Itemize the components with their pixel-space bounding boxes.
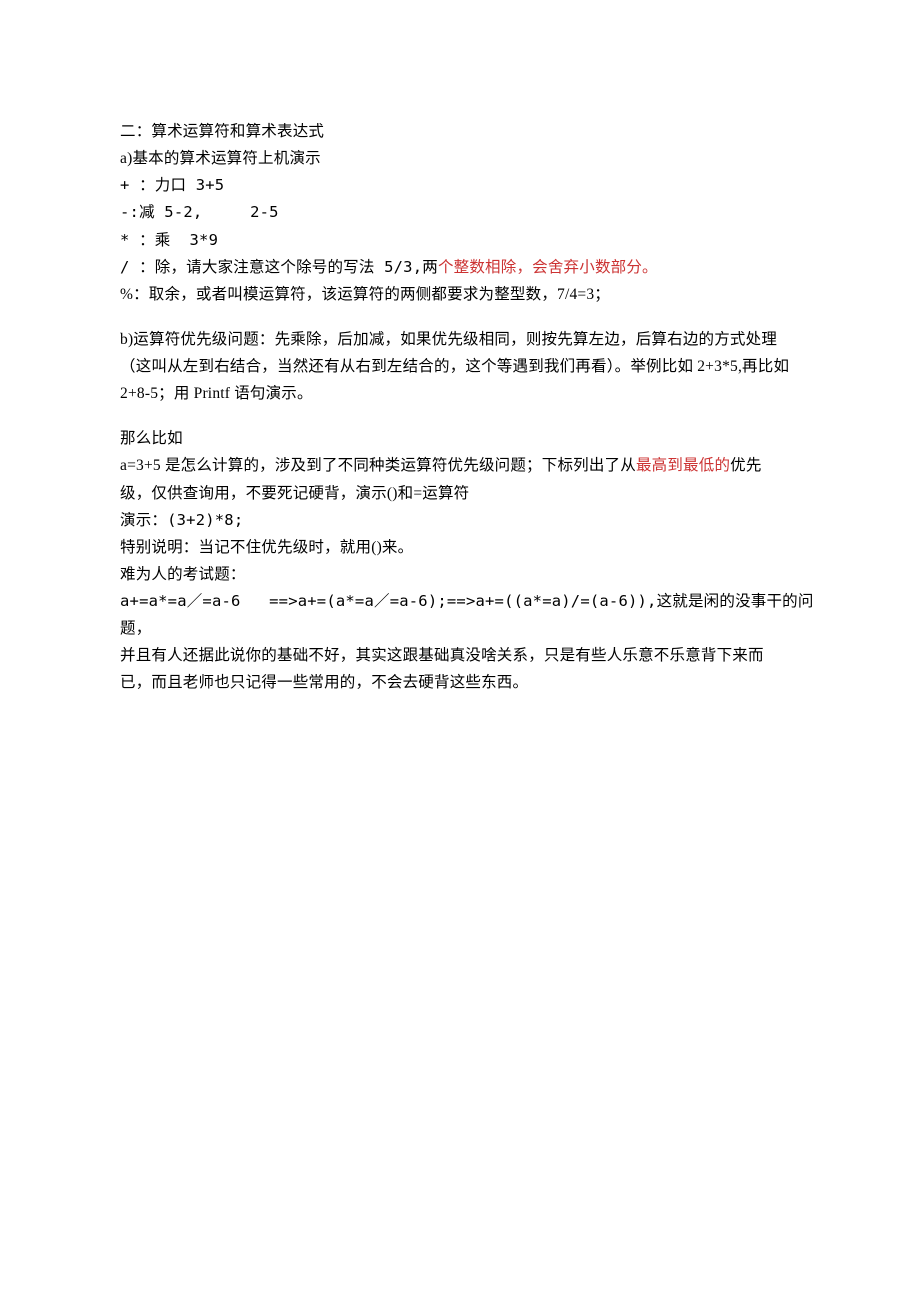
- line-multiply: * ：乘 3*9: [120, 227, 820, 254]
- line-example-a2: 优先: [730, 457, 761, 474]
- blank-line-2: [120, 407, 820, 425]
- line-divide: / ：除，请大家注意这个除号的写法 5/3,两个整数相除，会舍弃小数部分。: [120, 254, 820, 281]
- line-exam-comment1: 并且有人还据此说你的基础不好，其实这跟基础真没啥关系，只是有些人乐意不乐意背下来…: [120, 642, 820, 669]
- line-b3: 2+8-5；用 Printf 语句演示。: [120, 380, 820, 407]
- line-demo: 演示：(3+2)*8;: [120, 507, 820, 534]
- line-exam-expr: a+=a*=a／=a-6 ==>a+=(a*=a／=a-6);==>a+=((a…: [120, 588, 820, 642]
- line-exam-title: 难为人的考试题：: [120, 561, 820, 588]
- line-b2: （这叫从左到右结合，当然还有从右到左结合的，这个等遇到我们再看）。举例比如 2+…: [120, 353, 820, 380]
- line-exam-comment2: 已，而且老师也只记得一些常用的，不会去硬背这些东西。: [120, 669, 820, 696]
- line-note: 特别说明：当记不住优先级时，就用()来。: [120, 534, 820, 561]
- line-example-intro: 那么比如: [120, 425, 820, 452]
- line-modulo: %：取余，或者叫模运算符，该运算符的两侧都要求为整型数，7/4=3；: [120, 281, 820, 308]
- line-plus: + ：力口 3+5: [120, 172, 820, 199]
- line-example-b: 级，仅供查询用，不要死记硬背，演示()和=运算符: [120, 480, 820, 507]
- line-example-a1: a=3+5 是怎么计算的，涉及到了不同种类运算符优先级问题；下标列出了从: [120, 457, 636, 474]
- line-a-intro: a)基本的算术运算符上机演示: [120, 145, 820, 172]
- heading-section-2: 二：算术运算符和算术表达式: [120, 118, 820, 145]
- line-example-a: a=3+5 是怎么计算的，涉及到了不同种类运算符优先级问题；下标列出了从最高到最…: [120, 452, 820, 479]
- line-b1: b)运算符优先级问题：先乘除，后加减，如果优先级相同，则按先算左边，后算右边的方…: [120, 326, 820, 353]
- blank-line-1: [120, 308, 820, 326]
- line-example-a-red: 最高到最低的: [636, 457, 730, 474]
- line-minus: -:减 5-2, 2-5: [120, 199, 820, 226]
- line-divide-black: / ：除，请大家注意这个除号的写法 5/3,两: [120, 258, 438, 276]
- line-divide-red: 个整数相除，会舍弃小数部分。: [438, 258, 658, 276]
